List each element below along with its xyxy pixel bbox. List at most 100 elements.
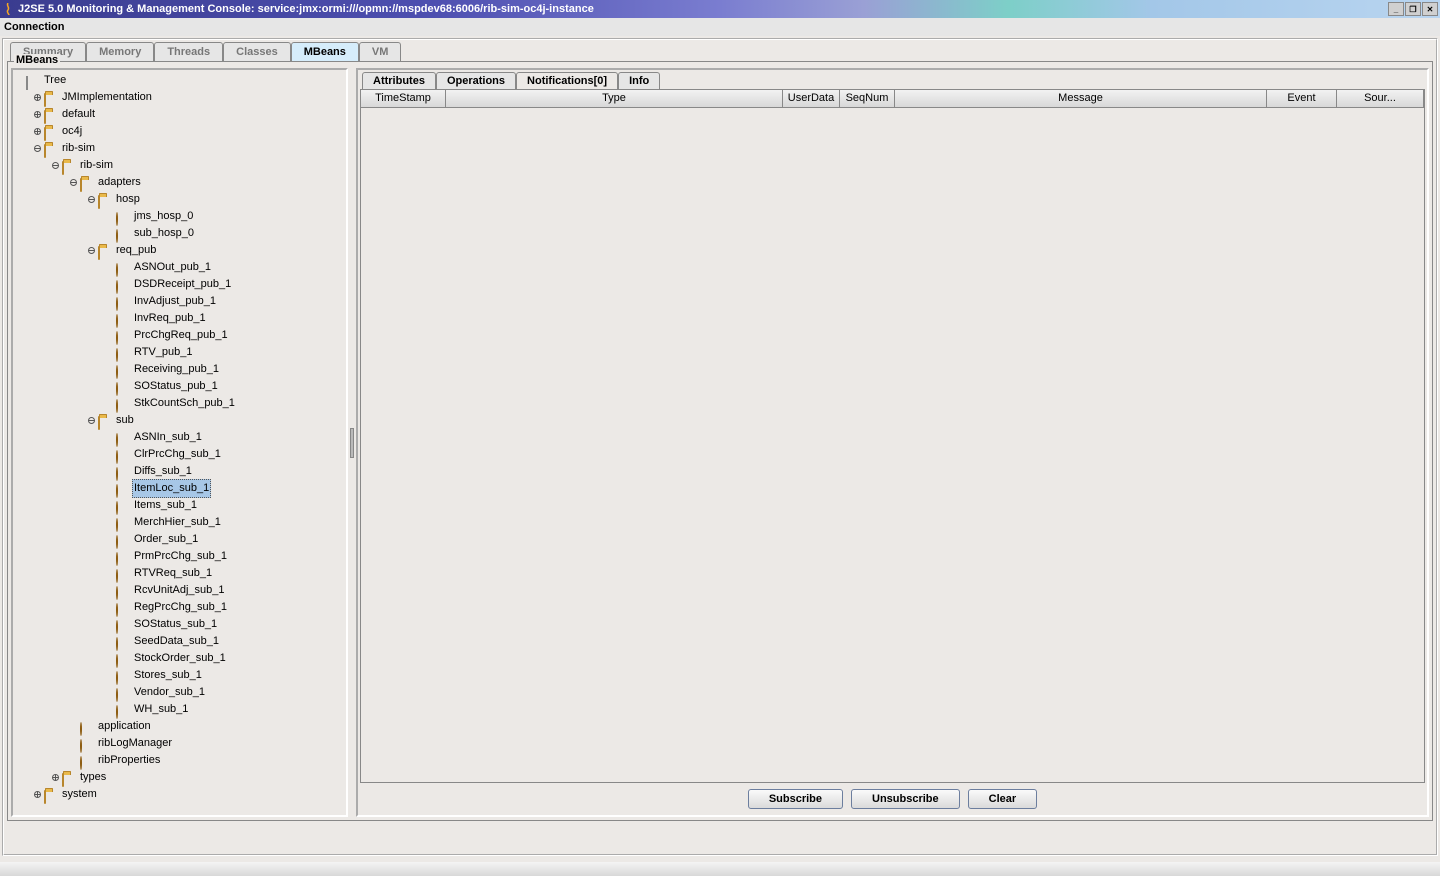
folder-icon: [44, 789, 58, 801]
tree-node[interactable]: RTV_pub_1: [15, 344, 344, 361]
tree-node[interactable]: ribProperties: [15, 752, 344, 769]
tree-spacer: [105, 637, 114, 646]
tree-node[interactable]: Items_sub_1: [15, 497, 344, 514]
expand-icon[interactable]: [51, 773, 60, 782]
tree-node[interactable]: DSDReceipt_pub_1: [15, 276, 344, 293]
tree-spacer: [105, 688, 114, 697]
tree-node[interactable]: Order_sub_1: [15, 531, 344, 548]
tree-node[interactable]: Tree: [15, 72, 344, 89]
bean-icon: [116, 449, 130, 461]
tree-spacer: [105, 348, 114, 357]
tab-mbeans[interactable]: MBeans: [291, 42, 359, 61]
bean-icon: [116, 262, 130, 274]
th-event[interactable]: Event: [1267, 90, 1337, 107]
folder-icon: [62, 772, 76, 784]
tree-node[interactable]: hosp: [15, 191, 344, 208]
bean-icon: [116, 228, 130, 240]
th-message[interactable]: Message: [895, 90, 1267, 107]
splitter[interactable]: [348, 68, 356, 817]
tree-node[interactable]: InvAdjust_pub_1: [15, 293, 344, 310]
tree-node[interactable]: rib-sim: [15, 140, 344, 157]
tree-node-label: req_pub: [114, 242, 158, 259]
title-bar: J2SE 5.0 Monitoring & Management Console…: [0, 0, 1440, 18]
unsubscribe-button[interactable]: Unsubscribe: [851, 789, 960, 809]
tree-node[interactable]: InvReq_pub_1: [15, 310, 344, 327]
th-seqnum[interactable]: SeqNum: [840, 90, 895, 107]
tab-notifications[interactable]: Notifications[0]: [516, 72, 618, 89]
tree-node[interactable]: ribLogManager: [15, 735, 344, 752]
tree-node[interactable]: oc4j: [15, 123, 344, 140]
tree-node[interactable]: ClrPrcChg_sub_1: [15, 446, 344, 463]
tree-node[interactable]: sub: [15, 412, 344, 429]
tree-node[interactable]: jms_hosp_0: [15, 208, 344, 225]
tab-classes[interactable]: Classes: [223, 42, 291, 61]
tab-attributes[interactable]: Attributes: [362, 72, 436, 89]
tree-node[interactable]: default: [15, 106, 344, 123]
bean-icon: [116, 653, 130, 665]
collapse-icon[interactable]: [87, 246, 96, 255]
tree-node[interactable]: WH_sub_1: [15, 701, 344, 718]
tree-node[interactable]: PrcChgReq_pub_1: [15, 327, 344, 344]
tab-info[interactable]: Info: [618, 72, 660, 89]
tree-node[interactable]: Vendor_sub_1: [15, 684, 344, 701]
tree-node[interactable]: application: [15, 718, 344, 735]
th-type[interactable]: Type: [446, 90, 783, 107]
tree-panel[interactable]: TreeJMImplementationdefaultoc4jrib-simri…: [11, 68, 348, 817]
expand-icon[interactable]: [33, 790, 42, 799]
tree-node[interactable]: JMImplementation: [15, 89, 344, 106]
tree-node[interactable]: adapters: [15, 174, 344, 191]
collapse-icon[interactable]: [33, 144, 42, 153]
collapse-icon[interactable]: [87, 416, 96, 425]
tab-threads[interactable]: Threads: [154, 42, 223, 61]
tree-node[interactable]: RTVReq_sub_1: [15, 565, 344, 582]
bean-icon: [116, 585, 130, 597]
th-userdata[interactable]: UserData: [783, 90, 840, 107]
expand-icon[interactable]: [33, 93, 42, 102]
bean-icon: [116, 466, 130, 478]
maximize-button[interactable]: ❐: [1405, 2, 1421, 16]
tree-node[interactable]: ASNIn_sub_1: [15, 429, 344, 446]
tab-memory[interactable]: Memory: [86, 42, 154, 61]
collapse-icon[interactable]: [51, 161, 60, 170]
tree-node-label: adapters: [96, 174, 143, 191]
tree-node[interactable]: SOStatus_sub_1: [15, 616, 344, 633]
subscribe-button[interactable]: Subscribe: [748, 789, 843, 809]
tree-node[interactable]: ASNOut_pub_1: [15, 259, 344, 276]
tree-node[interactable]: Stores_sub_1: [15, 667, 344, 684]
clear-button[interactable]: Clear: [968, 789, 1038, 809]
tree-node[interactable]: SeedData_sub_1: [15, 633, 344, 650]
collapse-icon[interactable]: [69, 178, 78, 187]
tree-node[interactable]: Diffs_sub_1: [15, 463, 344, 480]
tool-tabs: Summary Memory Threads Classes MBeans VM: [4, 42, 1436, 61]
tree-node[interactable]: RegPrcChg_sub_1: [15, 599, 344, 616]
tree-spacer: [105, 501, 114, 510]
minimize-button[interactable]: _: [1388, 2, 1404, 16]
th-source[interactable]: Sour...: [1337, 90, 1424, 107]
close-button[interactable]: ✕: [1422, 2, 1438, 16]
tree-node[interactable]: SOStatus_pub_1: [15, 378, 344, 395]
tree-node[interactable]: types: [15, 769, 344, 786]
tab-operations[interactable]: Operations: [436, 72, 516, 89]
tree-node[interactable]: Receiving_pub_1: [15, 361, 344, 378]
tree-node[interactable]: sub_hosp_0: [15, 225, 344, 242]
tree-node[interactable]: StockOrder_sub_1: [15, 650, 344, 667]
tree-spacer: [105, 263, 114, 272]
expand-icon[interactable]: [33, 110, 42, 119]
tree-node[interactable]: MerchHier_sub_1: [15, 514, 344, 531]
menu-connection[interactable]: Connection: [4, 21, 65, 33]
tree-node-label: oc4j: [60, 123, 84, 140]
tree-node[interactable]: RcvUnitAdj_sub_1: [15, 582, 344, 599]
tree-node[interactable]: rib-sim: [15, 157, 344, 174]
expand-icon[interactable]: [33, 127, 42, 136]
tree-spacer: [105, 297, 114, 306]
tree-node[interactable]: StkCountSch_pub_1: [15, 395, 344, 412]
tree-spacer: [105, 654, 114, 663]
tree-node[interactable]: PrmPrcChg_sub_1: [15, 548, 344, 565]
collapse-icon[interactable]: [87, 195, 96, 204]
tree-node[interactable]: system: [15, 786, 344, 803]
tree-node[interactable]: ItemLoc_sub_1: [15, 480, 344, 497]
tab-vm[interactable]: VM: [359, 42, 402, 61]
tree-node[interactable]: req_pub: [15, 242, 344, 259]
th-timestamp[interactable]: TimeStamp: [361, 90, 446, 107]
right-panel: Attributes Operations Notifications[0] I…: [356, 68, 1429, 817]
